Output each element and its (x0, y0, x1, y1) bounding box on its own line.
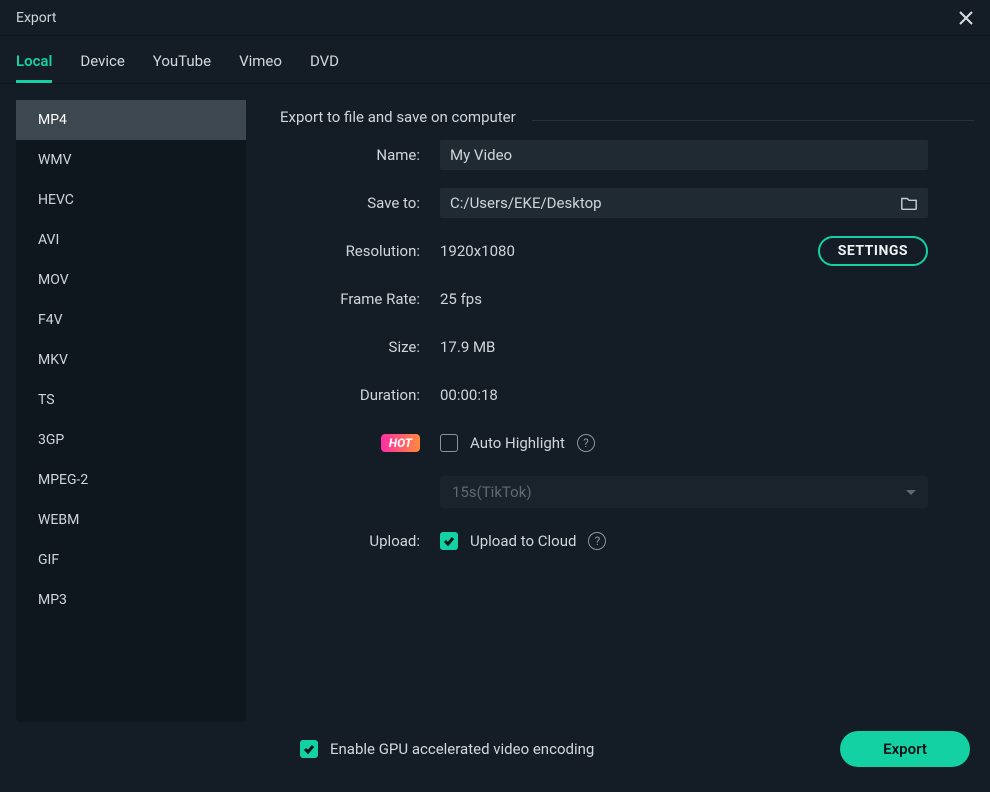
titlebar: Export (0, 0, 990, 36)
divider (532, 120, 974, 121)
upload-cloud-checkbox[interactable] (440, 532, 458, 550)
gpu-option: Enable GPU accelerated video encoding (300, 740, 594, 758)
main-panel: Export to file and save on computer Name… (280, 100, 974, 722)
format-mov[interactable]: MOV (16, 260, 246, 300)
format-3gp[interactable]: 3GP (16, 420, 246, 460)
window-title: Export (16, 10, 56, 26)
label-size: Size: (280, 338, 420, 356)
help-icon[interactable]: ? (588, 532, 606, 550)
format-mkv[interactable]: MKV (16, 340, 246, 380)
label-upload: Upload: (280, 532, 420, 550)
format-hevc[interactable]: HEVC (16, 180, 246, 220)
label-saveto: Save to: (280, 194, 420, 212)
gpu-checkbox[interactable] (300, 740, 318, 758)
format-mp3[interactable]: MP3 (16, 580, 246, 620)
duration-value: 00:00:18 (440, 386, 498, 404)
auto-highlight-checkbox[interactable] (440, 434, 458, 452)
label-duration: Duration: (280, 386, 420, 404)
export-tabs: Local Device YouTube Vimeo DVD (0, 36, 990, 84)
saveto-input[interactable] (440, 188, 928, 218)
format-sidebar: MP4 WMV HEVC AVI MOV F4V MKV TS 3GP MPEG… (16, 100, 246, 722)
tab-dvd[interactable]: DVD (310, 52, 339, 83)
framerate-value: 25 fps (440, 290, 482, 308)
label-name: Name: (280, 146, 420, 164)
size-value: 17.9 MB (440, 338, 495, 356)
format-webm[interactable]: WEBM (16, 500, 246, 540)
chevron-down-icon (906, 490, 916, 495)
resolution-value: 1920x1080 (440, 242, 798, 260)
label-framerate: Frame Rate: (280, 290, 420, 308)
tab-youtube[interactable]: YouTube (153, 52, 211, 83)
format-mp4[interactable]: MP4 (16, 100, 246, 140)
hot-badge: HOT (381, 434, 420, 452)
close-icon[interactable] (954, 6, 978, 30)
tab-device[interactable]: Device (80, 52, 124, 83)
auto-highlight-label: Auto Highlight (470, 434, 565, 452)
gpu-label: Enable GPU accelerated video encoding (330, 740, 594, 758)
upload-cloud-label: Upload to Cloud (470, 532, 576, 550)
name-input[interactable] (440, 140, 928, 170)
format-avi[interactable]: AVI (16, 220, 246, 260)
footer: Enable GPU accelerated video encoding Ex… (0, 722, 990, 792)
label-resolution: Resolution: (280, 242, 420, 260)
tab-vimeo[interactable]: Vimeo (239, 52, 282, 83)
settings-button[interactable]: SETTINGS (818, 236, 928, 266)
highlight-preset-value: 15s(TikTok) (452, 483, 532, 501)
export-form: Name: Save to: Resolution: 1920x1080 (280, 140, 974, 556)
folder-icon[interactable] (900, 194, 918, 212)
format-gif[interactable]: GIF (16, 540, 246, 580)
tab-local[interactable]: Local (16, 52, 52, 83)
format-f4v[interactable]: F4V (16, 300, 246, 340)
format-mpeg2[interactable]: MPEG-2 (16, 460, 246, 500)
section-title: Export to file and save on computer (280, 100, 516, 140)
format-wmv[interactable]: WMV (16, 140, 246, 180)
export-window: Export Local Device YouTube Vimeo DVD MP… (0, 0, 990, 792)
body: MP4 WMV HEVC AVI MOV F4V MKV TS 3GP MPEG… (0, 84, 990, 722)
format-ts[interactable]: TS (16, 380, 246, 420)
export-button[interactable]: Export (840, 731, 970, 767)
highlight-preset-select: 15s(TikTok) (440, 476, 928, 508)
help-icon[interactable]: ? (577, 434, 595, 452)
